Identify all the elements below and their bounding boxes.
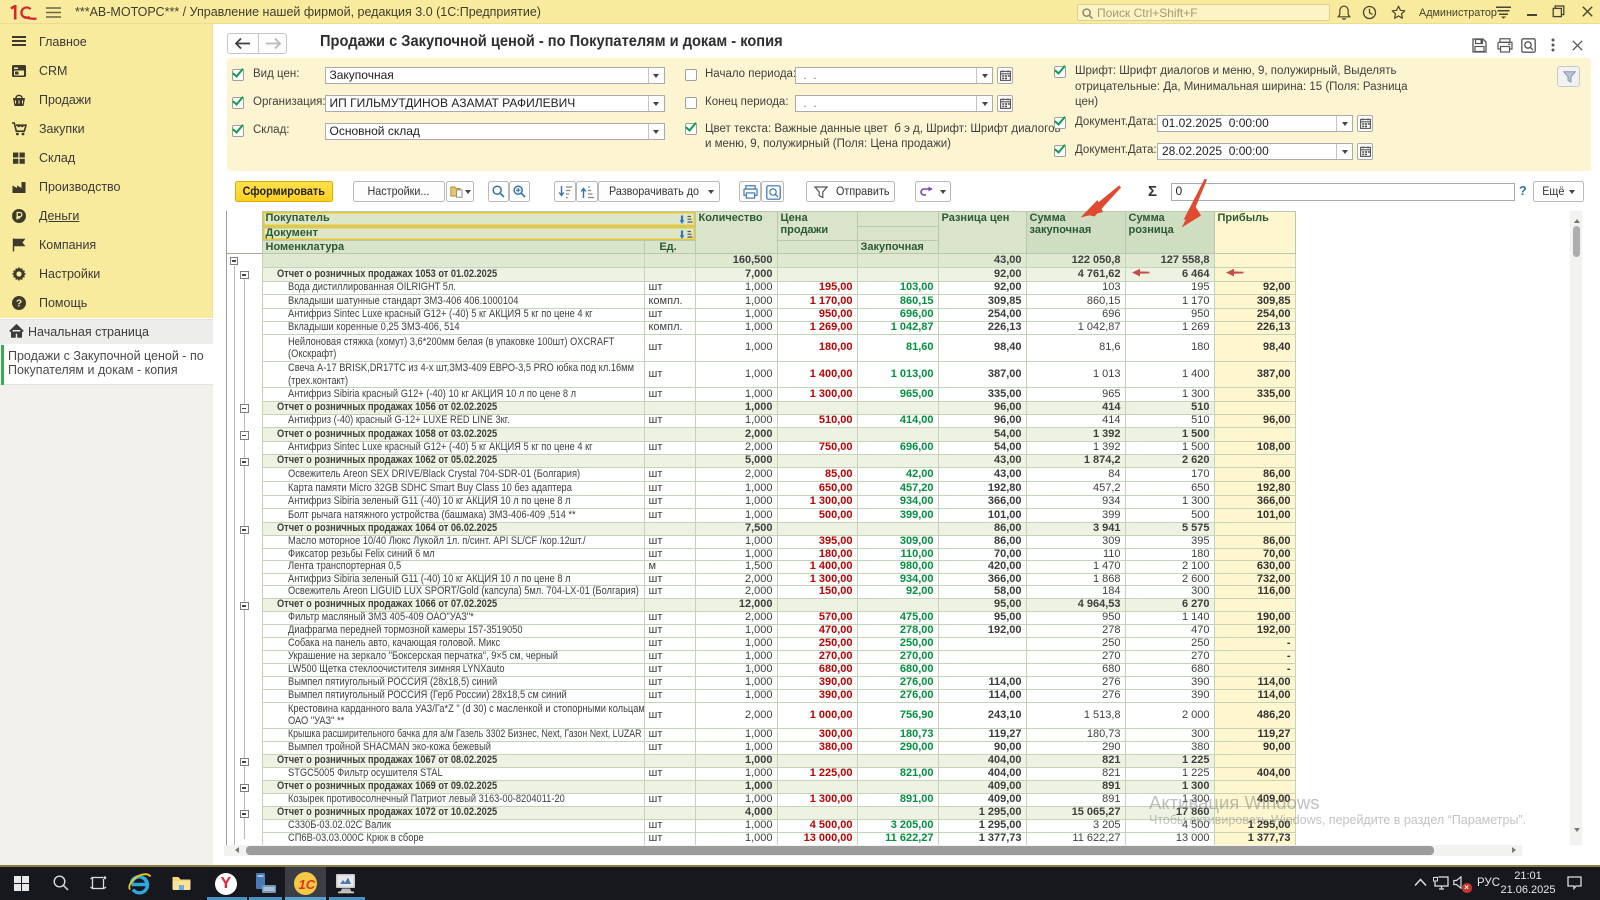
svg-text:?: ?	[16, 299, 22, 310]
